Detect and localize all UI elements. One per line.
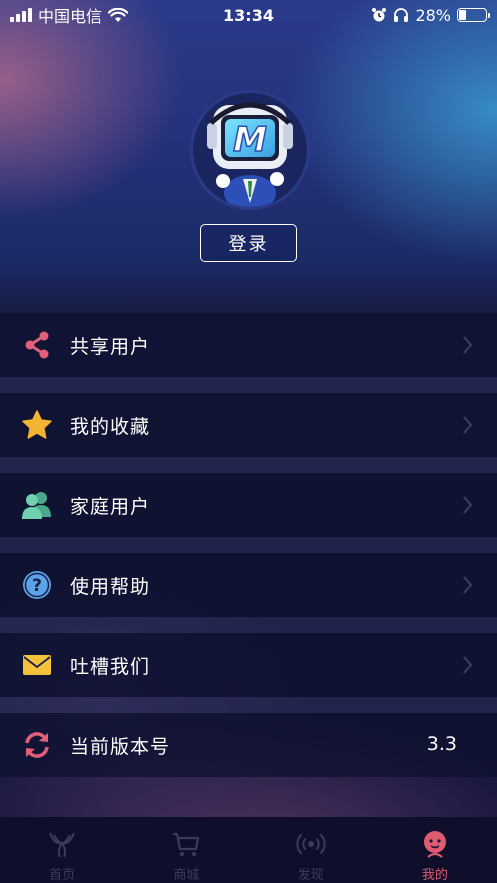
menu-item-favorites[interactable]: 我的收藏 [0,393,497,457]
headphones-icon [394,8,409,22]
chevron-right-icon [463,336,473,354]
divider [0,457,497,473]
home-logo-icon [45,827,79,860]
share-icon [20,328,54,362]
tab-home[interactable]: 首页 [0,817,124,883]
refresh-icon [20,728,54,762]
chevron-right-icon [463,656,473,674]
signal-icon [10,8,32,22]
chevron-right-icon [463,496,473,514]
robot-mascot-icon: M [207,102,293,207]
menu-item-label: 共享用户 [70,335,151,358]
menu-item-shared-users[interactable]: 共享用户 [0,313,497,377]
alarm-icon [372,8,387,22]
divider [0,537,497,553]
version-value: 3.3 [426,733,457,755]
menu-item-label: 当前版本号 [70,735,171,758]
status-bar: 中国电信 28% [0,0,497,30]
radio-signal-icon [294,827,328,860]
divider [0,377,497,393]
family-users-icon [20,488,54,522]
chevron-right-icon [463,576,473,594]
battery-icon [457,8,490,22]
menu-item-family-users[interactable]: 家庭用户 [0,473,497,537]
battery-percent: 28% [415,5,451,25]
svg-text:?: ? [32,576,42,596]
tab-label: 发现 [297,868,324,883]
mail-icon [20,648,54,682]
menu-item-label: 使用帮助 [70,575,151,598]
avatar[interactable]: M [190,90,310,210]
star-icon [20,408,54,442]
svg-text:M: M [233,120,267,160]
tab-mine[interactable]: 我的 [373,817,497,883]
tab-mall[interactable]: 商城 [124,817,248,883]
menu-item-label: 我的收藏 [70,415,151,438]
profile-icon [418,827,452,860]
chevron-right-icon [463,416,473,434]
tab-label: 商城 [173,868,200,883]
tab-discover[interactable]: 发现 [249,817,373,883]
tab-bar: 首页 商城 发现 我的 [0,817,497,883]
menu-item-help[interactable]: ? 使用帮助 [0,553,497,617]
menu-item-label: 吐槽我们 [70,655,151,678]
carrier-name: 中国电信 [38,7,103,26]
tab-label: 我的 [421,868,448,883]
cart-icon [169,827,203,860]
divider [0,617,497,633]
tab-label: 首页 [49,868,76,883]
settings-menu: 共享用户 我的收藏 家庭用户 ? 使用帮助 吐槽我们 当前版本号 3.3 [0,313,497,777]
menu-item-feedback[interactable]: 吐槽我们 [0,633,497,697]
menu-item-version: 当前版本号 3.3 [0,713,497,777]
help-icon: ? [20,568,54,602]
menu-item-label: 家庭用户 [70,495,151,518]
login-button[interactable]: 登录 [200,224,297,262]
wifi-icon [108,7,129,22]
divider [0,697,497,713]
